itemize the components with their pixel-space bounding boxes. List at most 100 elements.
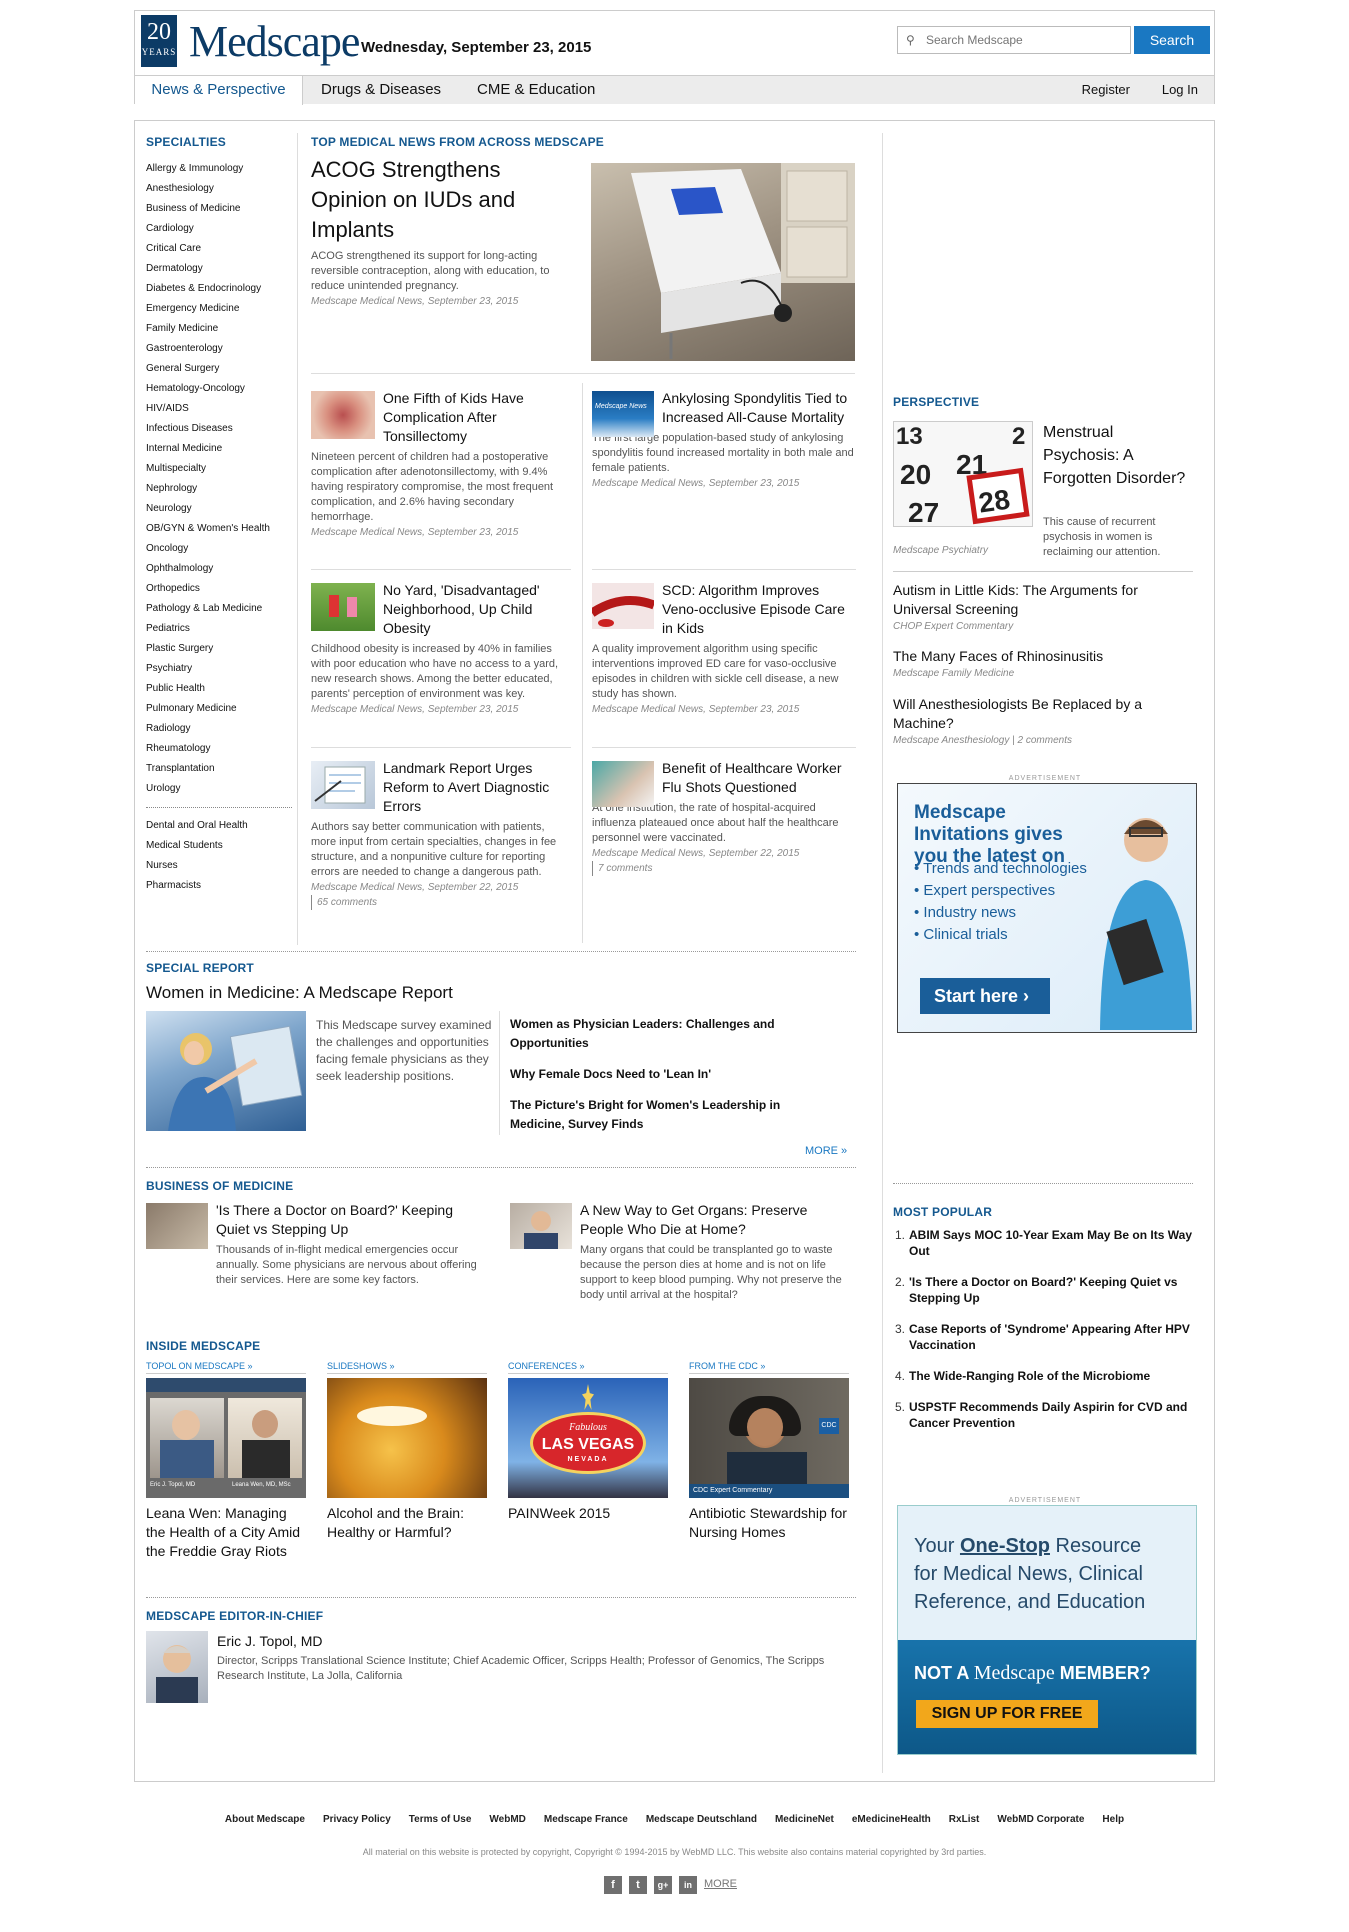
footer-link[interactable]: eMedicineHealth xyxy=(852,1814,931,1825)
las-vegas-sign-image[interactable]: Fabulous LAS VEGAS NEVADA xyxy=(508,1378,668,1498)
sidebar-item-specialty[interactable]: Infectious Diseases xyxy=(146,419,292,439)
sidebar-item-specialty[interactable]: Diabetes & Endocrinology xyxy=(146,279,292,299)
sidebar-item-extra[interactable]: Pharmacists xyxy=(146,876,292,896)
inside-item-headline[interactable]: Alcohol and the Brain: Healthy or Harmfu… xyxy=(327,1504,487,1542)
linkedin-icon[interactable]: in xyxy=(679,1876,697,1894)
most-popular-headline[interactable]: 'Is There a Doctor on Board?' Keeping Qu… xyxy=(909,1275,1177,1305)
sidebar-item-extra[interactable]: Medical Students xyxy=(146,836,292,856)
sidebar-item-extra[interactable]: Nurses xyxy=(146,856,292,876)
perspective-lead-headline[interactable]: Menstrual Psychosis: A Forgotten Disorde… xyxy=(1043,421,1193,490)
footer-link[interactable]: Help xyxy=(1102,1814,1124,1825)
footer-link[interactable]: About Medscape xyxy=(225,1814,305,1825)
sidebar-item-specialty[interactable]: Multispecialty xyxy=(146,459,292,479)
sidebar-item-specialty[interactable]: Hematology-Oncology xyxy=(146,379,292,399)
sidebar-item-specialty[interactable]: Emergency Medicine xyxy=(146,299,292,319)
more-social-link[interactable]: MORE xyxy=(704,1878,737,1890)
footer-link[interactable]: Privacy Policy xyxy=(323,1814,391,1825)
sidebar-item-specialty[interactable]: Public Health xyxy=(146,679,292,699)
perspective-item-headline[interactable]: Will Anesthesiologists Be Replaced by a … xyxy=(893,695,1193,733)
sidebar-item-specialty[interactable]: Orthopedics xyxy=(146,579,292,599)
sidebar-item-extra[interactable]: Dental and Oral Health xyxy=(146,816,292,836)
sidebar-item-specialty[interactable]: Family Medicine xyxy=(146,319,292,339)
inside-item-label[interactable]: FROM THE CDC » xyxy=(689,1361,849,1374)
inside-item[interactable]: SLIDESHOWS » Alcohol and the Brain: Heal… xyxy=(327,1361,487,1542)
sidebar-item-specialty[interactable]: Oncology xyxy=(146,539,292,559)
inside-item[interactable]: TOPOL ON MEDSCAPE » Eric J. Topol, MD Le… xyxy=(146,1361,306,1561)
special-report-link[interactable]: Women as Physician Leaders: Challenges a… xyxy=(510,1015,810,1053)
women-in-medicine-image[interactable] xyxy=(146,1011,306,1131)
sidebar-item-specialty[interactable]: Critical Care xyxy=(146,239,292,259)
most-popular-headline[interactable]: Case Reports of 'Syndrome' Appearing Aft… xyxy=(909,1322,1190,1352)
story-headline[interactable]: A New Way to Get Organs: Preserve People… xyxy=(580,1201,845,1239)
google-plus-icon[interactable]: g+ xyxy=(654,1876,672,1894)
register-link[interactable]: Register xyxy=(1082,76,1130,105)
sidebar-item-specialty[interactable]: Pathology & Lab Medicine xyxy=(146,599,292,619)
login-link[interactable]: Log In xyxy=(1162,76,1198,105)
medscape-logo[interactable]: Medscape xyxy=(189,17,360,67)
anniversary-badge[interactable]: 20 YEARS xyxy=(141,15,177,67)
perspective-item-headline[interactable]: The Many Faces of Rhinosinusitis xyxy=(893,647,1193,666)
special-report-headline[interactable]: Women in Medicine: A Medscape Report xyxy=(146,983,453,1003)
sidebar-item-specialty[interactable]: Urology xyxy=(146,779,292,799)
inside-item-headline[interactable]: PAINWeek 2015 xyxy=(508,1504,668,1523)
beer-image[interactable] xyxy=(327,1378,487,1498)
news-story[interactable]: No Yard, 'Disadvantaged' Neighborhood, U… xyxy=(311,581,571,717)
sidebar-item-specialty[interactable]: Neurology xyxy=(146,499,292,519)
sign-up-button[interactable]: SIGN UP FOR FREE xyxy=(916,1700,1098,1728)
most-popular-item[interactable]: 2. 'Is There a Doctor on Board?' Keeping … xyxy=(893,1274,1198,1306)
news-story[interactable]: Landmark Report Urges Reform to Avert Di… xyxy=(311,759,571,910)
story-headline[interactable]: Benefit of Healthcare Worker Flu Shots Q… xyxy=(662,759,856,797)
sidebar-item-specialty[interactable]: Dermatology xyxy=(146,259,292,279)
story-headline[interactable]: 'Is There a Doctor on Board?' Keeping Qu… xyxy=(216,1201,481,1239)
footer-link[interactable]: Medscape Deutschland xyxy=(646,1814,757,1825)
sidebar-item-specialty[interactable]: OB/GYN & Women's Health xyxy=(146,519,292,539)
tab-news-perspective[interactable]: News & Perspective xyxy=(135,76,303,105)
editor-name[interactable]: Eric J. Topol, MD xyxy=(217,1633,323,1649)
more-link[interactable]: MORE » xyxy=(805,1145,847,1157)
most-popular-headline[interactable]: USPSTF Recommends Daily Aspirin for CVD … xyxy=(909,1400,1187,1430)
calendar-image[interactable]: 13 2 20 21 27 28 xyxy=(893,421,1033,527)
story-headline[interactable]: Landmark Report Urges Reform to Avert Di… xyxy=(383,759,571,816)
sidebar-item-specialty[interactable]: Business of Medicine xyxy=(146,199,292,219)
special-report-link[interactable]: The Picture's Bright for Women's Leaders… xyxy=(510,1096,810,1134)
story-headline[interactable]: SCD: Algorithm Improves Veno-occlusive E… xyxy=(662,581,856,638)
most-popular-item[interactable]: 5. USPSTF Recommends Daily Aspirin for CV… xyxy=(893,1399,1198,1431)
tab-drugs-diseases[interactable]: Drugs & Diseases xyxy=(321,76,441,105)
most-popular-headline[interactable]: The Wide-Ranging Role of the Microbiome xyxy=(909,1369,1150,1383)
inside-item-headline[interactable]: Leana Wen: Managing the Health of a City… xyxy=(146,1504,306,1561)
perspective-item[interactable]: The Many Faces of Rhinosinusitis Medscap… xyxy=(893,647,1193,681)
lead-story[interactable]: ACOG Strengthens Opinion on IUDs and Imp… xyxy=(311,155,581,309)
footer-link[interactable]: MedicineNet xyxy=(775,1814,834,1825)
perspective-item[interactable]: Will Anesthesiologists Be Replaced by a … xyxy=(893,695,1193,748)
footer-link[interactable]: WebMD Corporate xyxy=(997,1814,1084,1825)
business-story[interactable]: A New Way to Get Organs: Preserve People… xyxy=(510,1201,845,1303)
news-story[interactable]: SCD: Algorithm Improves Veno-occlusive E… xyxy=(592,581,856,717)
story-headline[interactable]: No Yard, 'Disadvantaged' Neighborhood, U… xyxy=(383,581,571,638)
sidebar-item-specialty[interactable]: Plastic Surgery xyxy=(146,639,292,659)
start-here-button[interactable]: Start here › xyxy=(920,978,1050,1014)
exam-table-image[interactable] xyxy=(591,163,855,361)
sidebar-item-specialty[interactable]: Rheumatology xyxy=(146,739,292,759)
most-popular-headline[interactable]: ABIM Says MOC 10-Year Exam May Be on Its… xyxy=(909,1228,1192,1258)
inside-item-headline[interactable]: Antibiotic Stewardship for Nursing Homes xyxy=(689,1504,849,1542)
footer-link[interactable]: Medscape France xyxy=(544,1814,628,1825)
footer-link[interactable]: RxList xyxy=(949,1814,980,1825)
footer-link[interactable]: WebMD xyxy=(489,1814,525,1825)
sidebar-item-specialty[interactable]: Allergy & Immunology xyxy=(146,159,292,179)
sidebar-item-specialty[interactable]: Radiology xyxy=(146,719,292,739)
search-input[interactable] xyxy=(926,31,1126,49)
editor-photo[interactable] xyxy=(146,1631,208,1703)
inside-item[interactable]: CONFERENCES » Fabulous LAS VEGAS NEVADA … xyxy=(508,1361,668,1523)
perspective-item[interactable]: Autism in Little Kids: The Arguments for… xyxy=(893,581,1193,634)
most-popular-item[interactable]: 4. The Wide-Ranging Role of the Microbiom… xyxy=(893,1368,1198,1384)
invitations-ad[interactable]: Medscape Invitations gives you the lates… xyxy=(897,783,1197,1033)
lead-headline[interactable]: ACOG Strengthens Opinion on IUDs and Imp… xyxy=(311,155,581,245)
news-story[interactable]: Benefit of Healthcare Worker Flu Shots Q… xyxy=(592,759,856,876)
sidebar-item-specialty[interactable]: Gastroenterology xyxy=(146,339,292,359)
sidebar-item-specialty[interactable]: Transplantation xyxy=(146,759,292,779)
perspective-item-headline[interactable]: Autism in Little Kids: The Arguments for… xyxy=(893,581,1193,619)
video-thumbnail[interactable]: Eric J. Topol, MD Leana Wen, MD, MSc xyxy=(146,1378,306,1498)
cdc-video-image[interactable]: CDC CDC Expert Commentary xyxy=(689,1378,849,1498)
sidebar-item-specialty[interactable]: Cardiology xyxy=(146,219,292,239)
most-popular-item[interactable]: 1. ABIM Says MOC 10-Year Exam May Be on I… xyxy=(893,1227,1198,1259)
